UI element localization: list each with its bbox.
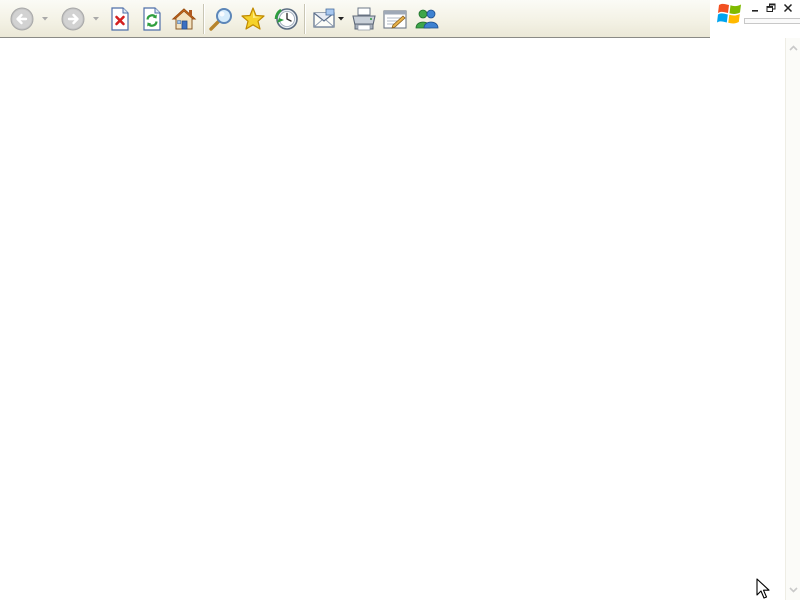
toolbar-separator	[304, 4, 306, 34]
chevron-down-icon	[338, 17, 344, 21]
edit-icon	[383, 10, 407, 29]
close-icon	[783, 3, 793, 13]
windows-logo-icon	[717, 3, 741, 24]
mail-button[interactable]	[310, 4, 338, 34]
forward-arrow-icon	[61, 7, 85, 31]
home-icon	[171, 8, 197, 30]
window-caption-area	[710, 0, 800, 38]
refresh-button[interactable]	[139, 4, 165, 34]
back-arrow-icon	[10, 7, 34, 31]
mail-icon	[313, 8, 335, 28]
back-dropdown-arrow[interactable]	[41, 4, 49, 34]
close-button[interactable]	[780, 1, 796, 15]
scroll-down-button[interactable]	[786, 582, 800, 598]
refresh-icon	[143, 7, 161, 31]
back-button[interactable]	[8, 4, 36, 34]
history-button[interactable]	[272, 4, 300, 34]
forward-dropdown-arrow[interactable]	[92, 4, 100, 34]
standard-toolbar	[0, 0, 710, 38]
print-button[interactable]	[350, 4, 378, 34]
restore-icon	[766, 3, 776, 12]
messenger-button[interactable]	[413, 4, 441, 34]
history-icon	[274, 8, 298, 30]
chevron-down-icon	[42, 17, 48, 21]
favorites-star-icon	[241, 7, 265, 30]
mouse-cursor-icon	[756, 578, 770, 599]
minimize-icon	[752, 10, 758, 12]
messenger-icon	[415, 9, 439, 29]
chevron-down-icon	[93, 17, 99, 21]
favorites-button[interactable]	[239, 4, 267, 34]
scroll-up-button[interactable]	[786, 40, 800, 56]
search-button[interactable]	[207, 4, 235, 34]
stop-icon	[111, 7, 129, 31]
stop-button[interactable]	[107, 4, 133, 34]
toolbar-separator	[203, 4, 205, 34]
search-icon	[209, 8, 232, 31]
restore-button[interactable]	[763, 1, 779, 15]
edit-button[interactable]	[381, 4, 409, 34]
caption-divider	[744, 18, 800, 24]
home-button[interactable]	[170, 4, 198, 34]
browser-window	[0, 0, 800, 600]
vertical-scrollbar[interactable]	[785, 38, 800, 600]
printer-icon	[352, 7, 376, 31]
chevron-down-icon	[789, 587, 798, 593]
page-content-area[interactable]	[0, 38, 785, 600]
mail-dropdown-arrow[interactable]	[337, 4, 345, 34]
chevron-up-icon	[789, 45, 798, 51]
minimize-button[interactable]	[747, 1, 763, 15]
forward-button[interactable]	[59, 4, 87, 34]
